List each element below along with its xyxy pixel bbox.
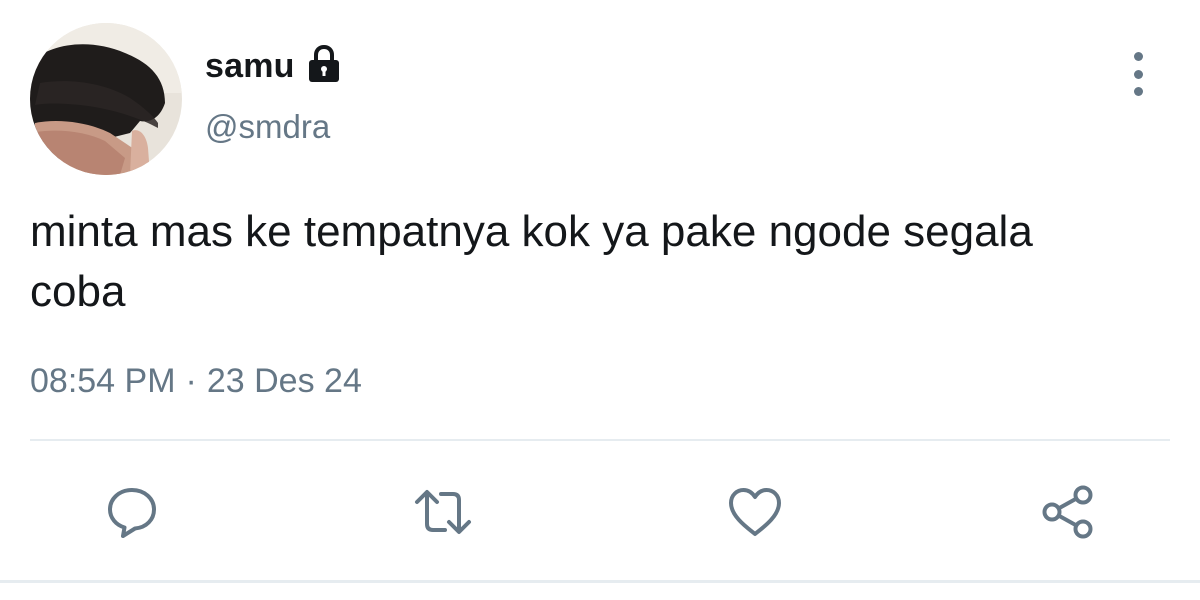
tweet-text: minta mas ke tempatnya kok ya pake ngode… [30, 207, 1033, 316]
tweet-card: samu @smdra minta mas ke tempatnya kok y… [0, 0, 1200, 600]
display-name-row: samu [205, 42, 343, 90]
user-handle[interactable]: @smdra [205, 108, 330, 146]
retweet-icon [415, 490, 471, 534]
heart-icon [729, 488, 781, 536]
retweet-button[interactable] [411, 480, 475, 544]
more-vertical-icon-dot-1 [1133, 52, 1143, 61]
tweet-date: 23 Des 24 [206, 362, 362, 400]
tweet-timestamp[interactable]: 08:54 PM · 23 Des 24 [30, 362, 362, 401]
display-name[interactable]: samu [205, 47, 295, 86]
avatar-photo [30, 23, 182, 175]
lock-icon [305, 44, 343, 84]
timestamp-separator: · [185, 362, 197, 400]
tweet-time: 08:54 PM [30, 362, 176, 400]
divider [30, 439, 1170, 441]
more-vertical-icon-dot-3 [1133, 87, 1143, 96]
action-bar [0, 480, 1200, 544]
reply-button[interactable] [100, 480, 164, 544]
avatar[interactable] [30, 23, 182, 175]
reply-icon [108, 488, 156, 538]
share-icon [1042, 485, 1093, 539]
share-button[interactable] [1036, 480, 1100, 544]
like-button[interactable] [723, 480, 787, 544]
more-vertical-icon-dot-2 [1133, 69, 1143, 79]
more-options-button[interactable] [1118, 50, 1158, 98]
bottom-divider [0, 580, 1200, 583]
